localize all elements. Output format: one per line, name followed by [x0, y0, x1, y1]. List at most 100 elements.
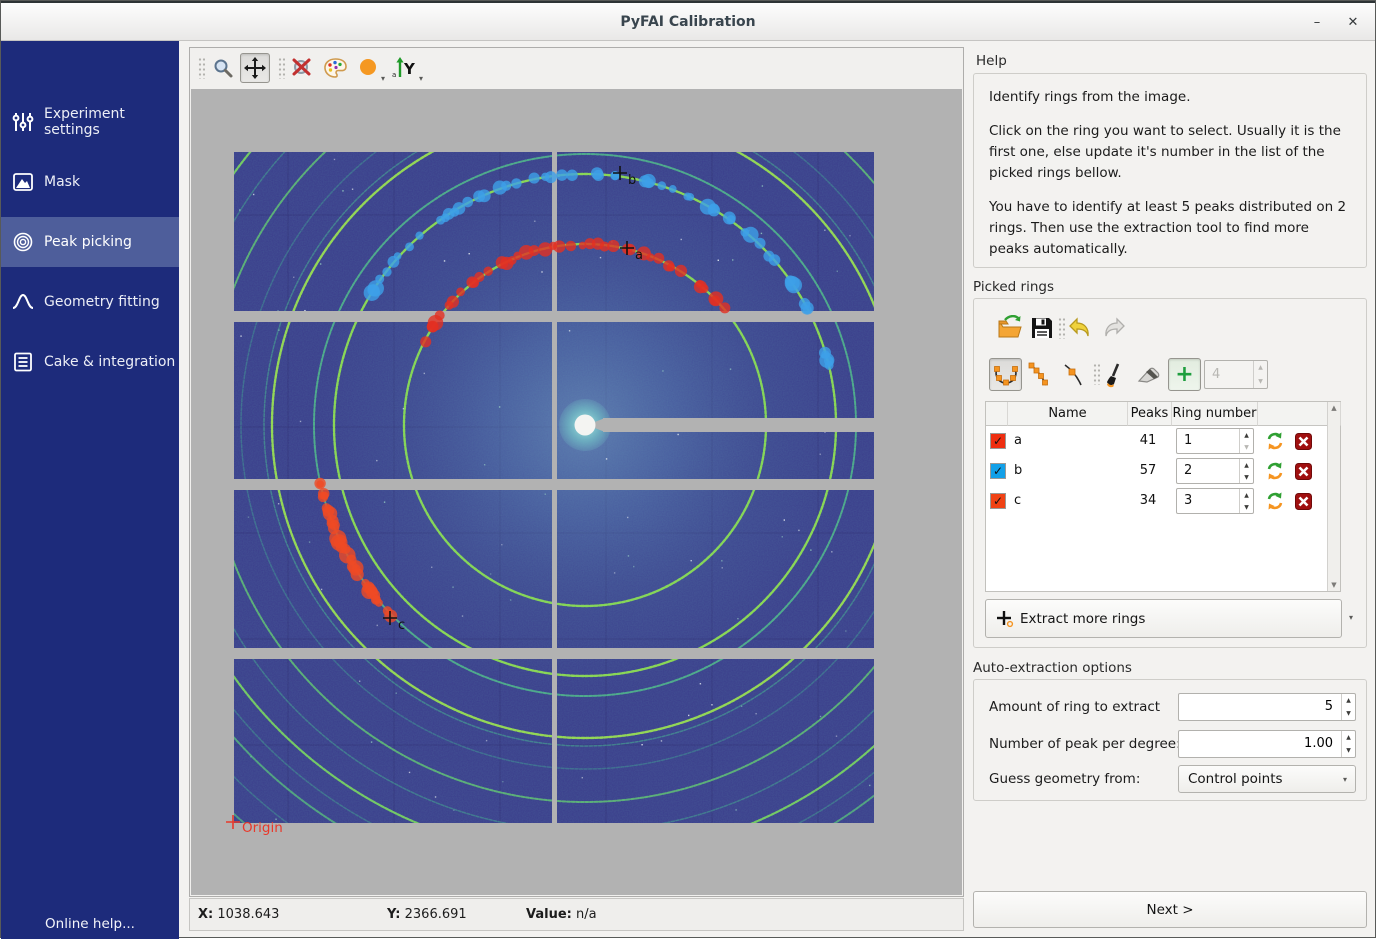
point-select-tool-button[interactable]	[1057, 358, 1090, 391]
undo-button[interactable]	[1067, 316, 1093, 342]
sidebar-item-cake-integration[interactable]: Cake & integration	[1, 337, 179, 387]
sidebar-item-geometry-fitting[interactable]: Geometry fitting	[1, 277, 179, 327]
spin-up-icon[interactable]: ▲	[1258, 364, 1263, 371]
toolbar-handle[interactable]	[198, 57, 205, 79]
brush-tool-button[interactable]	[1099, 358, 1132, 391]
table-row-c[interactable]: ✓ c 34 3 ▲ ▼	[986, 486, 1340, 516]
spin-up-icon[interactable]: ▲	[1244, 462, 1249, 469]
status-x-label: X:	[198, 907, 213, 922]
ring-select-tool-button[interactable]	[989, 358, 1022, 391]
diffraction-canvas[interactable]: abcOrigin	[191, 89, 962, 895]
eraser-icon	[1136, 363, 1162, 387]
y-axis-icon: a Y	[391, 57, 421, 79]
sidebar-item-label: Peak picking	[44, 234, 132, 250]
scroll-up-icon[interactable]: ▲	[1328, 404, 1340, 412]
ring-visible-checkbox[interactable]: ✓	[990, 433, 1006, 449]
extract-menu-caret-icon[interactable]: ▾	[1349, 613, 1353, 622]
clear-zoom-button[interactable]	[288, 53, 318, 83]
save-floppy-icon	[1030, 316, 1054, 340]
scroll-down-icon[interactable]: ▼	[1328, 581, 1340, 589]
delete-ring-icon[interactable]	[1295, 433, 1312, 450]
marker-color-button[interactable]: ▾	[354, 53, 384, 83]
status-x-value: 1038.643	[217, 907, 279, 922]
undo-arrow-icon	[1067, 316, 1093, 340]
zoom-tool-button[interactable]	[208, 53, 238, 83]
refresh-ring-icon[interactable]	[1265, 461, 1285, 481]
spin-up-icon[interactable]: ▲	[1346, 734, 1351, 741]
spin-up-icon[interactable]: ▲	[1244, 492, 1249, 499]
svg-text:c: c	[398, 618, 405, 633]
table-row-b[interactable]: ✓b572▲▼	[986, 456, 1340, 486]
toolbar-handle[interactable]	[1058, 317, 1065, 339]
redo-button[interactable]	[1101, 316, 1127, 342]
auto-extraction-title: Auto-extraction options	[973, 660, 1132, 676]
title-bar: PyFAI Calibration – ✕	[1, 1, 1375, 41]
auto-option-spin[interactable]: 1.00 ▲ ▼	[1178, 730, 1356, 758]
spin-down-icon[interactable]: ▼	[1244, 504, 1249, 511]
guess-geometry-combo[interactable]: Control points▾	[1178, 765, 1356, 793]
sidebar-item-mask[interactable]: Mask	[1, 157, 179, 207]
new-ring-number-spin[interactable]: 4 ▲ ▼	[1204, 360, 1268, 389]
save-rings-button[interactable]	[1030, 316, 1056, 342]
next-button[interactable]: Next >	[973, 891, 1367, 928]
colormap-button[interactable]	[320, 53, 350, 83]
table-row-a[interactable]: ✓a411▲▼	[986, 426, 1340, 456]
table-header-blank	[986, 402, 1008, 426]
sidebar: Experiment settings Mask Peak picking Geome…	[1, 41, 179, 939]
ring-number-value: 3	[1184, 493, 1192, 508]
spin-down-icon[interactable]: ▼	[1346, 747, 1351, 754]
delete-ring-icon[interactable]	[1295, 463, 1312, 480]
minimize-button[interactable]: –	[1305, 11, 1329, 35]
window-title: PyFAI Calibration	[1, 14, 1375, 30]
spin-down-icon[interactable]: ▼	[1244, 474, 1249, 481]
sidebar-item-experiment-settings[interactable]: Experiment settings	[1, 97, 179, 147]
spin-down-icon[interactable]: ▼	[1244, 444, 1249, 451]
ring-name: c	[1014, 493, 1021, 508]
help-text: Identify rings from the image.Click on t…	[989, 87, 1353, 273]
auto-option-value: 5	[1325, 699, 1333, 714]
spin-down-icon[interactable]: ▼	[1258, 378, 1263, 385]
caret-down-icon: ▾	[419, 74, 423, 83]
refresh-ring-icon[interactable]	[1265, 431, 1285, 451]
delete-ring-icon[interactable]	[1295, 493, 1312, 510]
online-help-link[interactable]: Online help...	[1, 916, 179, 932]
ring-number-value: 2	[1184, 463, 1192, 478]
load-rings-button[interactable]	[997, 315, 1023, 341]
table-header-Peaks: Peaks	[1128, 402, 1172, 426]
pan-tool-button[interactable]	[240, 53, 270, 83]
sidebar-item-peak-picking[interactable]: Peak picking	[1, 217, 179, 267]
status-value: n/a	[576, 907, 597, 922]
toolbar-handle[interactable]	[278, 57, 285, 79]
ring-visible-checkbox[interactable]: ✓	[990, 463, 1006, 479]
ring-name: a	[1014, 433, 1022, 448]
auto-option-value: 1.00	[1304, 736, 1333, 751]
ring-visible-checkbox[interactable]: ✓	[990, 493, 1006, 509]
caret-down-icon: ▾	[1343, 775, 1347, 784]
arc-select-tool-button[interactable]	[1023, 358, 1056, 391]
spin-up-icon[interactable]: ▲	[1346, 697, 1351, 704]
extract-more-rings-button[interactable]: Extract more rings	[985, 599, 1342, 638]
spin-up-icon[interactable]: ▲	[1244, 432, 1249, 439]
ring-number-spin[interactable]: 3 ▲ ▼	[1176, 488, 1254, 514]
table-header-Name: Name	[1008, 402, 1128, 426]
auto-option-spin[interactable]: 5 ▲ ▼	[1178, 693, 1356, 721]
ring-number-spin[interactable]: 2 ▲ ▼	[1176, 458, 1254, 484]
spin-down-icon[interactable]: ▼	[1346, 710, 1351, 717]
single-peak-tool-icon	[1061, 362, 1087, 388]
sliders-icon	[12, 111, 34, 133]
ring-peaks-count: 34	[1128, 493, 1168, 508]
picked-rings-title: Picked rings	[973, 279, 1054, 295]
add-ring-button[interactable]: +	[1168, 358, 1201, 391]
svg-text:a: a	[635, 248, 643, 263]
close-button[interactable]: ✕	[1341, 11, 1365, 35]
peak-curve-icon	[12, 291, 34, 313]
redo-arrow-icon	[1101, 316, 1127, 340]
axis-orientation-button[interactable]: a Y ▾	[388, 53, 424, 83]
help-paragraph: Click on the ring you want to select. Us…	[989, 121, 1353, 184]
refresh-ring-icon[interactable]	[1265, 491, 1285, 511]
table-scrollbar[interactable]: ▲ ▼	[1327, 402, 1340, 591]
eraser-tool-button[interactable]	[1132, 358, 1165, 391]
extract-button-label: Extract more rings	[1020, 611, 1145, 627]
ring-number-spin[interactable]: 1▲▼	[1176, 428, 1254, 454]
plot-status-bar: X: 1038.643 Y: 2366.691 Value: n/a	[189, 898, 964, 931]
